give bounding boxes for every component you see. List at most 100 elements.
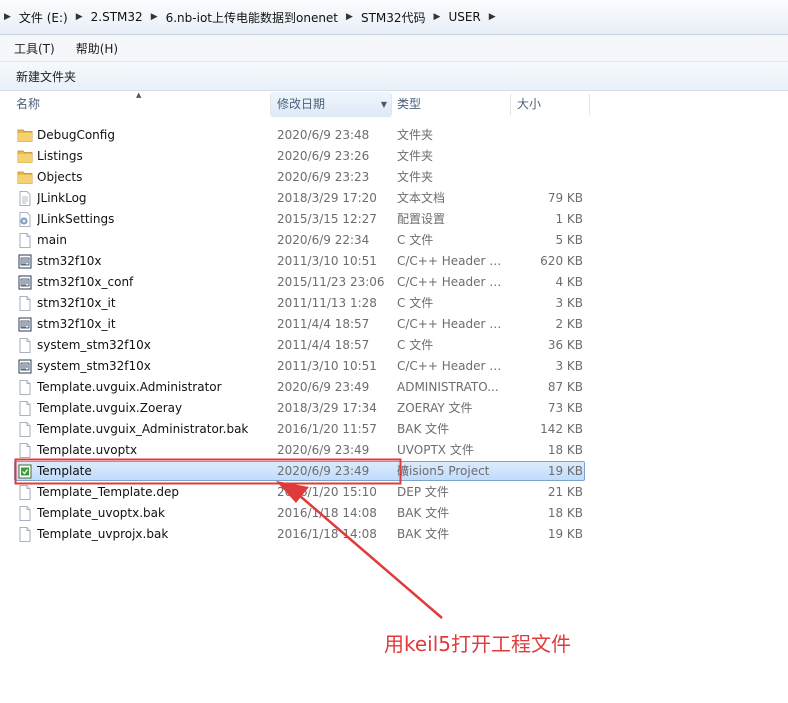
file-size: 2 KB xyxy=(555,317,583,331)
menu-tools[interactable]: 工具(T) xyxy=(7,40,62,57)
file-name: Template xyxy=(37,464,92,478)
file-row[interactable]: Template_uvprojx.bak 2016/1/18 14:08 BAK 文… xyxy=(0,524,788,545)
file-type: UVOPTX 文件 xyxy=(397,443,474,457)
column-size[interactable]: 大小 xyxy=(511,92,589,117)
breadcrumb-item-user[interactable]: USER xyxy=(444,10,484,24)
file-size: 87 KB xyxy=(547,380,583,394)
file-size: 5 KB xyxy=(555,233,583,247)
generic-file-icon xyxy=(17,443,33,458)
file-row[interactable]: DebugConfig 2020/6/9 23:48 文件夹 xyxy=(0,125,788,146)
file-row[interactable]: JLinkLog 2018/3/29 17:20 文本文档 79 KB xyxy=(0,188,788,209)
file-size: 3 KB xyxy=(555,296,583,310)
file-row[interactable]: Template_Template.dep 2016/1/20 15:10 DEP … xyxy=(0,482,788,503)
file-date: 2015/11/23 23:06 xyxy=(277,275,385,289)
file-name: system_stm32f10x xyxy=(37,338,151,352)
text-file-icon xyxy=(17,191,33,206)
file-date: 2016/1/18 14:08 xyxy=(277,527,377,541)
file-name: stm32f10x_conf xyxy=(37,275,134,289)
file-type: 文本文档 xyxy=(397,191,446,205)
column-name[interactable]: ▲ 名称 xyxy=(0,92,270,117)
file-row[interactable]: Listings 2020/6/9 23:26 文件夹 xyxy=(0,146,788,167)
chevron-right-icon[interactable]: ▶ xyxy=(72,12,87,22)
file-size: 19 KB xyxy=(547,464,583,478)
file-date: 2011/4/4 18:57 xyxy=(277,317,370,331)
chevron-right-icon[interactable]: ▶ xyxy=(430,12,445,22)
header-file-icon xyxy=(17,359,33,374)
file-row[interactable]: Template.uvguix_Administrator.bak 2016/1/… xyxy=(0,419,788,440)
file-type: ADMINISTRATO... xyxy=(397,380,499,394)
file-row[interactable]: stm32f10x_it 2011/4/4 18:57 C/C++ Header F… xyxy=(0,314,788,335)
chevron-right-icon[interactable]: ▶ xyxy=(147,12,162,22)
file-row[interactable]: stm32f10x 2011/3/10 10:51 C/C++ Header F..… xyxy=(0,251,788,272)
dropdown-arrow-icon[interactable]: ▼ xyxy=(381,92,387,117)
header-file-icon xyxy=(17,275,33,290)
file-name: main xyxy=(37,233,67,247)
sort-ascending-icon: ▲ xyxy=(136,91,142,99)
file-row[interactable]: main 2020/6/9 22:34 C 文件 5 KB xyxy=(0,230,788,251)
file-size: 79 KB xyxy=(547,191,583,205)
generic-file-icon xyxy=(17,401,33,416)
file-row[interactable]: Template.uvguix.Zoeray 2018/3/29 17:34 ZOE… xyxy=(0,398,788,419)
file-type: 文件夹 xyxy=(397,170,434,184)
column-date[interactable]: 修改日期 ▼ xyxy=(271,92,391,117)
chevron-right-icon[interactable]: ▶ xyxy=(342,12,357,22)
file-name: Template.uvguix.Administrator xyxy=(37,380,222,394)
column-size-label: 大小 xyxy=(517,97,542,111)
keil-project-icon xyxy=(17,464,33,479)
file-name: Template_Template.dep xyxy=(37,485,179,499)
file-size: 18 KB xyxy=(547,506,583,520)
menu-help[interactable]: 帮助(H) xyxy=(69,40,125,57)
file-type: DEP 文件 xyxy=(397,485,449,499)
file-date: 2011/3/10 10:51 xyxy=(277,254,377,268)
breadcrumb-item-stm32[interactable]: 2.STM32 xyxy=(87,10,147,24)
breadcrumb-item-code[interactable]: STM32代码 xyxy=(357,9,430,26)
file-row[interactable]: JLinkSettings 2015/3/15 12:27 配置设置 1 KB xyxy=(0,209,788,230)
file-name: stm32f10x xyxy=(37,254,102,268)
file-type: C/C++ Header F... xyxy=(397,275,505,289)
file-row[interactable]: Objects 2020/6/9 23:23 文件夹 xyxy=(0,167,788,188)
file-row[interactable]: Template 2020/6/9 23:49 礦ision5 Project 19 … xyxy=(0,461,788,482)
column-type[interactable]: 类型 xyxy=(392,92,510,117)
file-type: 文件夹 xyxy=(397,128,434,142)
breadcrumb: ▶ 文件 (E:) ▶ 2.STM32 ▶ 6.nb-iot上传电能数据到one… xyxy=(0,0,500,34)
file-row[interactable]: Template.uvoptx 2020/6/9 23:49 UVOPTX 文件 18… xyxy=(0,440,788,461)
file-size: 142 KB xyxy=(540,422,583,436)
file-date: 2020/6/9 23:23 xyxy=(277,170,370,184)
file-type: BAK 文件 xyxy=(397,527,450,541)
file-date: 2018/3/29 17:20 xyxy=(277,191,377,205)
file-name: system_stm32f10x xyxy=(37,359,151,373)
folder-icon xyxy=(17,128,33,143)
file-name: stm32f10x_it xyxy=(37,317,116,331)
chevron-right-icon[interactable]: ▶ xyxy=(485,12,500,22)
file-date: 2020/6/9 23:49 xyxy=(277,380,370,394)
new-folder-button[interactable]: 新建文件夹 xyxy=(10,66,82,87)
column-type-label: 类型 xyxy=(397,97,422,111)
file-row[interactable]: Template.uvguix.Administrator 2020/6/9 23… xyxy=(0,377,788,398)
generic-file-icon xyxy=(17,506,33,521)
file-name: Template.uvguix.Zoeray xyxy=(37,401,183,415)
file-row[interactable]: stm32f10x_conf 2015/11/23 23:06 C/C++ Head… xyxy=(0,272,788,293)
file-name: Template_uvoptx.bak xyxy=(37,506,165,520)
file-date: 2016/1/18 14:08 xyxy=(277,506,377,520)
file-date: 2011/11/13 1:28 xyxy=(277,296,377,310)
file-date: 2020/6/9 23:48 xyxy=(277,128,370,142)
file-date: 2018/3/29 17:34 xyxy=(277,401,377,415)
column-divider[interactable] xyxy=(589,94,590,115)
breadcrumb-item-project[interactable]: 6.nb-iot上传电能数据到onenet xyxy=(162,9,342,26)
file-row[interactable]: system_stm32f10x 2011/3/10 10:51 C/C++ Hea… xyxy=(0,356,788,377)
file-date: 2015/3/15 12:27 xyxy=(277,212,377,226)
file-size: 19 KB xyxy=(547,527,583,541)
file-type: 配置设置 xyxy=(397,212,446,226)
file-row[interactable]: stm32f10x_it 2011/11/13 1:28 C 文件 3 KB xyxy=(0,293,788,314)
file-row[interactable]: system_stm32f10x 2011/4/4 18:57 C 文件 36 KB xyxy=(0,335,788,356)
address-bar[interactable]: ▶ 文件 (E:) ▶ 2.STM32 ▶ 6.nb-iot上传电能数据到one… xyxy=(0,0,788,35)
file-type: BAK 文件 xyxy=(397,506,450,520)
file-date: 2011/4/4 18:57 xyxy=(277,338,370,352)
breadcrumb-item-drive[interactable]: 文件 (E:) xyxy=(15,9,72,26)
command-bar: 新建文件夹 xyxy=(0,62,788,91)
file-type: C/C++ Header F... xyxy=(397,254,505,268)
chevron-right-icon[interactable]: ▶ xyxy=(0,12,15,22)
file-name: stm32f10x_it xyxy=(37,296,116,310)
file-row[interactable]: Template_uvoptx.bak 2016/1/18 14:08 BAK 文件… xyxy=(0,503,788,524)
c-file-icon xyxy=(17,296,33,311)
